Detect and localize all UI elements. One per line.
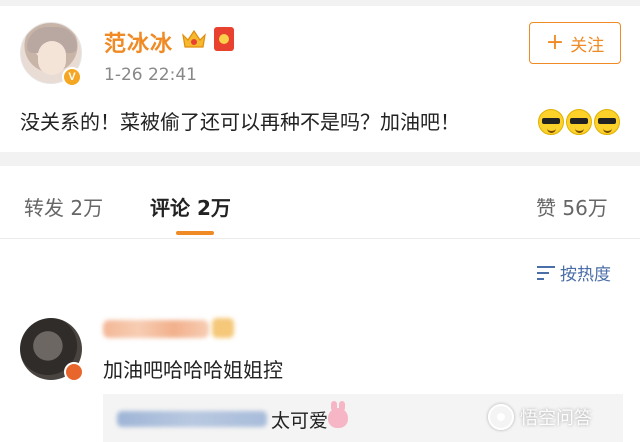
reply-text-content: 太可爱 — [271, 410, 329, 432]
post-body-text: 没关系的！菜被偷了还可以再种不是吗？加油吧！ — [20, 110, 460, 134]
avatar-face — [38, 41, 66, 75]
sort-by-hot-button[interactable]: 按热度 — [537, 260, 611, 285]
red-packet-icon[interactable] — [214, 27, 234, 51]
wukong-logo-icon — [488, 404, 514, 430]
tab-likes[interactable]: 赞 56万 — [536, 192, 608, 221]
reply-text: 太可爱 — [271, 406, 328, 433]
post-timestamp: 1-26 22:41 — [104, 65, 197, 85]
commenter-badge-icon — [64, 362, 84, 382]
cool-sunglasses-emoji-icon — [538, 109, 564, 135]
sort-label: 按热度 — [560, 265, 611, 285]
commenter-name-blurred[interactable] — [103, 320, 209, 338]
plus-icon: + — [545, 30, 565, 55]
tab-divider — [0, 238, 640, 239]
sort-icon — [537, 265, 555, 281]
cool-sunglasses-emoji-icon — [594, 109, 620, 135]
cool-sunglasses-emoji-icon — [566, 109, 592, 135]
bunny-emoji-icon — [328, 401, 348, 428]
verified-badge-icon: V — [62, 67, 82, 87]
top-divider-band — [0, 0, 640, 6]
author-username[interactable]: 范冰冰 — [104, 26, 173, 58]
follow-button-label: 关注 — [570, 35, 605, 56]
section-divider — [0, 152, 640, 166]
follow-button[interactable]: + 关注 — [529, 22, 621, 64]
crown-icon — [182, 29, 206, 48]
tab-reposts[interactable]: 转发 2万 — [24, 192, 103, 221]
emoji-row — [538, 109, 620, 135]
tab-comments[interactable]: 评论 2万 — [150, 192, 231, 221]
reply-author-blurred[interactable] — [117, 411, 267, 427]
vip-badge-icon — [212, 318, 234, 338]
active-tab-indicator — [176, 231, 214, 235]
watermark-text: 悟空问答 — [520, 408, 592, 429]
comment-text: 加油吧哈哈哈姐姐控 — [103, 358, 283, 382]
watermark: 悟空问答 — [488, 404, 592, 430]
